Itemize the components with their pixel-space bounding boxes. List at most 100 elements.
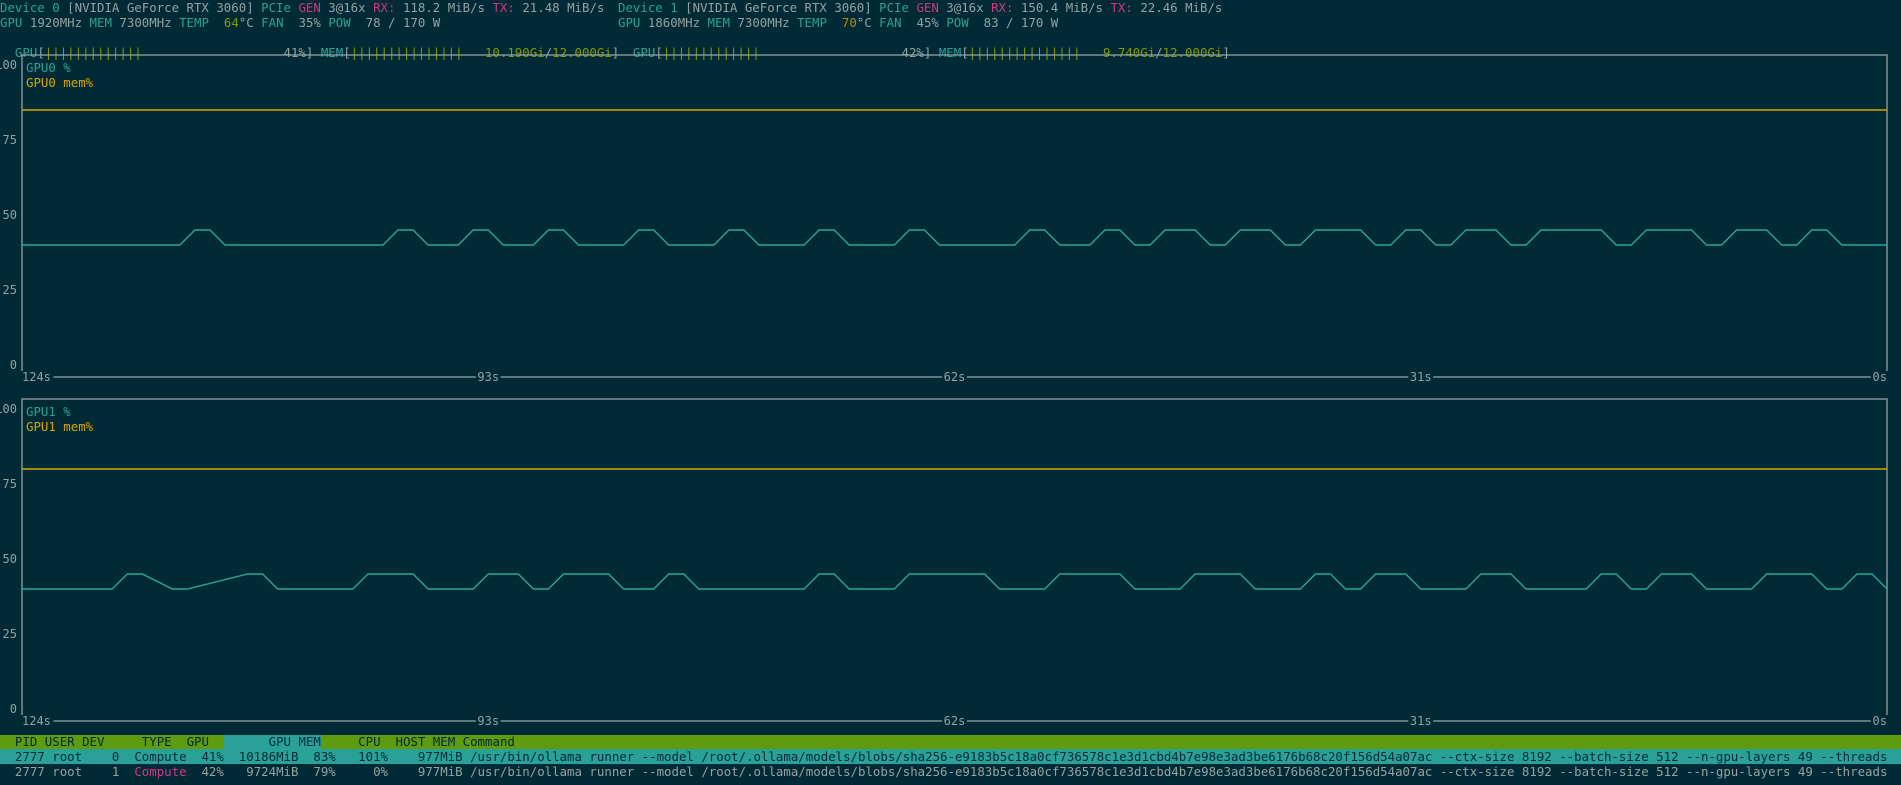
device-1-clock-line: GPU 1860MHz MEM 7300MHz TEMP 70°C FAN 45… xyxy=(618,15,1058,30)
x-tick-label: 62s xyxy=(944,714,966,728)
series-line-util xyxy=(22,229,1887,246)
device-1-fan-value: 45% xyxy=(916,15,939,30)
col-type[interactable]: TYPE xyxy=(142,734,172,749)
row-gpu: 41% xyxy=(201,749,224,764)
device-1-label: Device 1 xyxy=(618,0,678,15)
y-tick-label: 100 xyxy=(0,58,17,72)
device-1-mem-clock-label: MEM xyxy=(707,15,730,30)
device-1-pow-value: 83 / 170 W xyxy=(983,15,1059,30)
device-0-pow-label: POW xyxy=(328,15,351,30)
device-1-rx-label: RX: xyxy=(991,0,1014,15)
legend-entry: GPU1 mem% xyxy=(26,419,94,434)
x-tick-label: 31s xyxy=(1410,714,1432,728)
device-0-temp-value: 64 xyxy=(223,15,239,30)
col-host-mem[interactable]: HOST MEM xyxy=(395,734,455,749)
gpu0-utilization-chart: 100 75 50 25 0 124s 93s 62s 31s 0s GPU0 %GPU0 mem% xyxy=(0,54,1888,384)
device-0-rx-label: RX: xyxy=(373,0,396,15)
y-tick-label: 75 xyxy=(3,133,17,147)
col-command[interactable]: Command xyxy=(463,734,515,749)
row-gpu-mem-pct: 79% xyxy=(313,764,336,779)
row-command: /usr/bin/ollama runner --model /root/.ol… xyxy=(470,749,1888,764)
y-tick-label: 75 xyxy=(3,477,17,491)
legend-entry: GPU0 % xyxy=(26,60,71,75)
device-0-mem-clock-label: MEM xyxy=(89,15,112,30)
device-1-name: [NVIDIA GeForce RTX 3060] xyxy=(685,0,872,15)
device-0-clock-line: GPU 1920MHz MEM 7300MHz TEMP 64°C FAN 35… xyxy=(0,15,440,30)
table-row[interactable]: 2777 root 1 Compute 42% 9724MiB 79% 0% 9… xyxy=(0,764,1901,779)
row-gpu: 42% xyxy=(201,764,224,779)
device-1-gen-label: GEN xyxy=(916,0,939,15)
device-1-gpu-clock: 1860MHz xyxy=(647,15,701,30)
legend-entry: GPU0 mem% xyxy=(26,75,94,90)
chart-frame xyxy=(21,54,1888,378)
col-gpu-mem[interactable]: GPU MEM xyxy=(223,735,321,749)
device-0-mem-clock: 7300MHz xyxy=(119,15,172,30)
device-1-pcie-label: PCIe xyxy=(879,0,909,15)
device-0-gen-label: GEN xyxy=(298,0,321,15)
gpu1-utilization-chart: 100 75 50 25 0 124s 93s 62s 31s 0s GPU1 %GPU1 mem% xyxy=(0,398,1888,728)
col-gpu[interactable]: GPU xyxy=(187,734,209,749)
row-dev: 0 xyxy=(111,749,120,764)
device-0-temp-label: TEMP xyxy=(179,15,209,30)
device-0-gpu-clock: 1920MHz xyxy=(29,15,83,30)
device-1-pow-label: POW xyxy=(946,15,969,30)
row-gpu-mem: 10186MiB xyxy=(238,749,299,764)
row-type: Compute xyxy=(134,764,187,779)
chart-frame xyxy=(21,398,1888,722)
x-tick-label: 62s xyxy=(944,370,966,384)
device-0-tx-value: 21.48 MiB/s xyxy=(522,0,605,15)
device-1-info-line: Device 1 [NVIDIA GeForce RTX 3060] PCIe … xyxy=(618,0,1222,15)
row-dev: 1 xyxy=(111,764,120,779)
series-line-util xyxy=(22,573,1888,590)
device-0-bars-line: GPU[||||||||||||| 41%] MEM[|||||||||||||… xyxy=(14,45,620,60)
x-tick-label: 124s xyxy=(22,370,51,384)
device-1-fan-label: FAN xyxy=(879,15,902,30)
device-1-bars-line: GPU[||||||||||||| 42%] MEM[|||||||||||||… xyxy=(632,45,1230,60)
row-command: /usr/bin/ollama runner --model /root/.ol… xyxy=(470,764,1888,779)
y-tick-label: 0 xyxy=(10,358,17,372)
device-0-fan-label: FAN xyxy=(261,15,284,30)
col-dev[interactable]: DEV xyxy=(82,734,104,749)
device-0-rx-value: 118.2 MiB/s xyxy=(402,0,485,15)
row-cpu: 101% xyxy=(358,749,388,764)
row-host-mem: 977MiB xyxy=(417,749,463,764)
col-cpu[interactable]: CPU xyxy=(358,734,380,749)
device-0-gpu-clock-label: GPU xyxy=(0,15,23,30)
y-tick-label: 100 xyxy=(0,402,17,416)
x-tick-label: 124s xyxy=(22,714,51,728)
device-0-pow-value: 78 / 170 W xyxy=(365,15,441,30)
row-cpu: 0% xyxy=(373,764,388,779)
device-1-tx-label: TX: xyxy=(1110,0,1133,15)
x-tick-label: 0s xyxy=(1873,714,1887,728)
device-1-temp-unit: °C xyxy=(856,15,872,30)
device-0-label: Device 0 xyxy=(0,0,60,15)
device-1-tx-value: 22.46 MiB/s xyxy=(1140,0,1223,15)
x-tick-label: 31s xyxy=(1410,370,1432,384)
row-user: root xyxy=(52,764,83,779)
device-1-gpu-clock-label: GPU xyxy=(618,15,641,30)
device-0-temp-unit: °C xyxy=(238,15,254,30)
device-1-gen-value: 3@16x xyxy=(946,0,984,15)
col-user[interactable]: USER xyxy=(45,734,75,749)
row-gpu-mem-pct: 83% xyxy=(313,749,336,764)
device-1-mem-clock: 7300MHz xyxy=(737,15,790,30)
y-tick-label: 25 xyxy=(3,283,17,297)
col-pid[interactable]: PID xyxy=(15,734,37,749)
row-user: root xyxy=(52,749,83,764)
x-tick-label: 93s xyxy=(477,370,499,384)
legend-entry: GPU1 % xyxy=(26,404,71,419)
row-pid: 2777 xyxy=(14,764,45,779)
process-table-header[interactable]: PID USER DEV TYPE GPU GPU MEM CPU HOST M… xyxy=(0,735,1901,749)
row-gpu-mem: 9724MiB xyxy=(246,764,299,779)
device-1-temp-label: TEMP xyxy=(797,15,827,30)
row-pid: 2777 xyxy=(14,749,45,764)
device-0-pcie-label: PCIe xyxy=(261,0,291,15)
device-0-gen-value: 3@16x xyxy=(328,0,366,15)
table-row[interactable]: 2777 root 0 Compute 41% 10186MiB 83% 101… xyxy=(0,749,1901,764)
device-0-fan-value: 35% xyxy=(298,15,321,30)
device-1-rx-value: 150.4 MiB/s xyxy=(1020,0,1103,15)
y-tick-label: 0 xyxy=(10,702,17,716)
row-host-mem: 977MiB xyxy=(417,764,463,779)
y-tick-label: 50 xyxy=(3,552,17,566)
x-tick-label: 0s xyxy=(1873,370,1887,384)
